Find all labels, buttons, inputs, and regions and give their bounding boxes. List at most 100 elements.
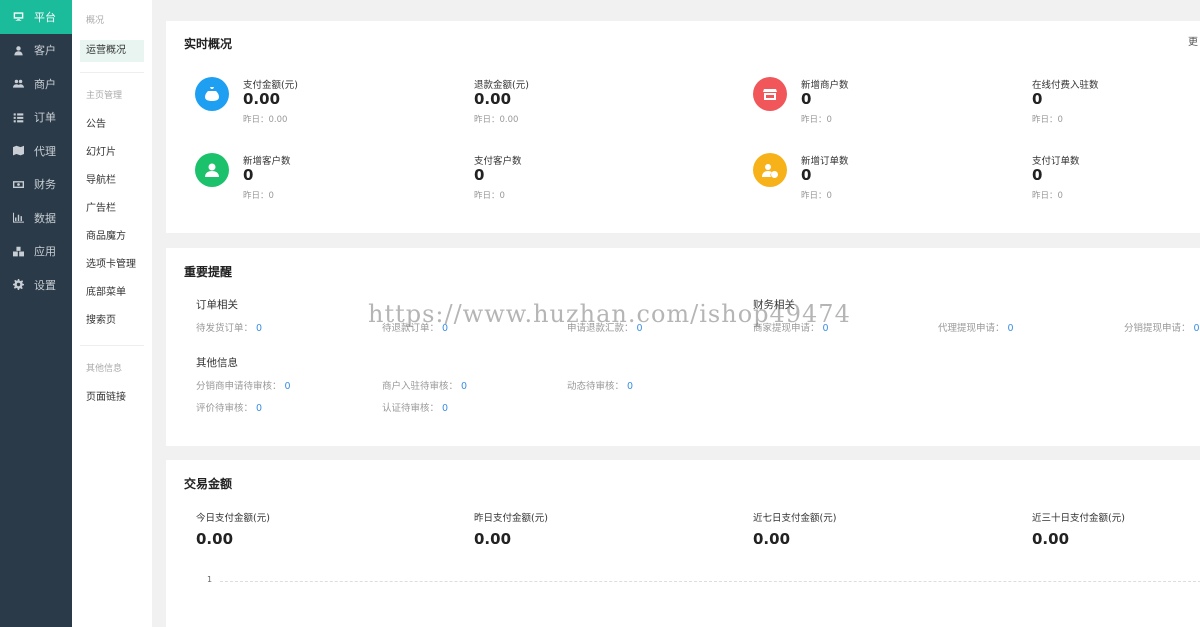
reminders-card: 重要提醒 订单相关 财务相关 待发货订单： 0 待退款订单： 0 申请退款汇款： 0 … [166, 248, 1200, 446]
nav-label: 设置 [34, 278, 56, 292]
subnav-item-slideshow[interactable]: 幻灯片 [72, 139, 152, 167]
subnav-item-notice[interactable]: 公告 [72, 111, 152, 139]
nav-label: 订单 [34, 111, 56, 125]
primary-sidebar: 平台 客户 商户 订单 代理 财务 数据 应用 设置 [0, 0, 72, 627]
subnav-item-bottom-menu[interactable]: 底部菜单 [72, 279, 152, 307]
certification-review[interactable]: 认证待审核： 0 [382, 400, 448, 414]
trade-title: 交易金额 [184, 477, 233, 491]
amount-value: 0.00 [753, 530, 791, 548]
stat-yesterday: 昨日：0 [801, 191, 832, 201]
merchant-withdraw-requests[interactable]: 商家提现申请： 0 [753, 320, 829, 334]
store-icon [753, 77, 787, 111]
pending-ship-orders[interactable]: 待发货订单： 0 [196, 320, 262, 334]
amount-label: 近七日支付金额(元) [753, 513, 837, 524]
money-icon [13, 179, 24, 190]
stat-yesterday: 昨日：0 [243, 191, 274, 201]
stat-value: 0 [1032, 90, 1043, 108]
list-icon [13, 112, 24, 123]
nav-label: 财务 [34, 178, 56, 192]
subnav-item-product-cube[interactable]: 商品魔方 [72, 223, 152, 251]
nav-item-customer[interactable]: 客户 [0, 34, 72, 68]
monitor-icon [13, 11, 24, 22]
chart-y-tick: 1 [207, 575, 213, 584]
nav-item-settings[interactable]: 设置 [0, 268, 72, 302]
subnav-item-navbar[interactable]: 导航栏 [72, 167, 152, 195]
stat-label: 支付客户数 [474, 156, 522, 167]
subnav-item-operation-overview[interactable]: 运营概况 [80, 40, 144, 62]
yesterday-amount: 昨日支付金额(元) 0.00 [474, 510, 548, 548]
subnav-item-tab-manage[interactable]: 选项卡管理 [72, 251, 152, 279]
subnav-item-page-links[interactable]: 页面链接 [72, 384, 152, 412]
trade-card: 交易金额 今日支付金额(元) 0.00 昨日支付金额(元) 0.00 近七日支付… [166, 460, 1200, 627]
nav-label: 平台 [34, 10, 56, 24]
stat-yesterday: 昨日：0.00 [474, 115, 519, 125]
divider [80, 345, 144, 346]
order-related-heading: 订单相关 [196, 299, 238, 311]
today-amount: 今日支付金额(元) 0.00 [196, 510, 270, 548]
nav-label: 商户 [34, 77, 56, 91]
stat-yesterday: 昨日：0 [801, 115, 832, 125]
nav-item-platform[interactable]: 平台 [0, 0, 72, 34]
users-icon [13, 78, 24, 89]
amount-label: 近三十日支付金额(元) [1032, 513, 1125, 524]
distributor-apply-review[interactable]: 分销商申请待审核： 0 [196, 378, 291, 392]
person-icon [195, 153, 229, 187]
nav-item-finance[interactable]: 财务 [0, 168, 72, 202]
nav-item-agent[interactable]: 代理 [0, 134, 72, 168]
nav-item-data[interactable]: 数据 [0, 201, 72, 235]
subnav-item-adbar[interactable]: 广告栏 [72, 195, 152, 223]
stat-label: 在线付费入驻数 [1032, 80, 1099, 91]
nav-item-apps[interactable]: 应用 [0, 235, 72, 269]
finance-related-heading: 财务相关 [753, 299, 795, 311]
subnav-item-search-page[interactable]: 搜索页 [72, 307, 152, 335]
nav-label: 代理 [34, 144, 56, 158]
amount-label: 昨日支付金额(元) [474, 513, 548, 524]
stat-value: 0 [801, 166, 812, 184]
gear-icon [13, 279, 24, 291]
agent-withdraw-requests[interactable]: 代理提现申请： 0 [938, 320, 1014, 334]
pending-refund-orders[interactable]: 待退款订单： 0 [382, 320, 448, 334]
money-bag-icon [195, 77, 229, 111]
amount-label: 今日支付金额(元) [196, 513, 270, 524]
stat-label: 新增订单数 [801, 156, 849, 167]
nav-item-merchant[interactable]: 商户 [0, 67, 72, 101]
dynamic-review[interactable]: 动态待审核： 0 [567, 378, 633, 392]
map-icon [13, 145, 24, 156]
seven-day-amount: 近七日支付金额(元) 0.00 [753, 510, 836, 548]
stat-value: 0 [1032, 166, 1043, 184]
amount-value: 0.00 [1032, 530, 1070, 548]
distribution-withdraw-requests[interactable]: 分销提现申请： 0 [1124, 320, 1200, 334]
stat-yesterday: 昨日：0 [1032, 115, 1063, 125]
main-content: 实时概况 更 支付金额(元) 0.00 昨日：0.00 退款金额(元) 0.00… [152, 0, 1200, 627]
stat-label: 新增客户数 [243, 156, 291, 167]
subnav-group-home: 主页管理 [86, 91, 123, 101]
refund-requests[interactable]: 申请退款汇款： 0 [567, 320, 643, 334]
amount-value: 0.00 [196, 530, 234, 548]
nav-label: 客户 [34, 44, 56, 58]
comment-review[interactable]: 评价待审核： 0 [196, 400, 262, 414]
stat-value: 0.00 [474, 90, 512, 108]
stat-value: 0 [243, 166, 254, 184]
subnav-group-overview: 概况 [86, 16, 105, 26]
user-add-icon [753, 153, 787, 187]
secondary-sidebar: 概况 运营概况 主页管理 公告 幻灯片 导航栏 广告栏 商品魔方 选项卡管理 底… [72, 0, 152, 627]
merchant-entry-review[interactable]: 商户入驻待审核： 0 [382, 378, 467, 392]
chart-gridline [220, 581, 1200, 582]
more-link[interactable]: 更 [1188, 33, 1198, 48]
amount-value: 0.00 [474, 530, 512, 548]
thirty-day-amount: 近三十日支付金额(元) 0.00 [1032, 510, 1125, 548]
nav-item-order[interactable]: 订单 [0, 101, 72, 135]
subnav-group-other: 其他信息 [86, 364, 123, 374]
bar-chart-icon [13, 212, 24, 223]
stat-label: 新增商户数 [801, 80, 849, 91]
stat-label: 支付订单数 [1032, 156, 1080, 167]
cubes-icon [13, 246, 24, 257]
stat-yesterday: 昨日：0 [474, 191, 505, 201]
stat-label: 支付金额(元) [243, 80, 298, 91]
stat-yesterday: 昨日：0 [1032, 191, 1063, 201]
nav-label: 应用 [34, 245, 56, 259]
stat-label: 退款金额(元) [474, 80, 529, 91]
nav-label: 数据 [34, 211, 56, 225]
stat-value: 0 [801, 90, 812, 108]
realtime-card: 实时概况 更 支付金额(元) 0.00 昨日：0.00 退款金额(元) 0.00… [166, 21, 1200, 233]
